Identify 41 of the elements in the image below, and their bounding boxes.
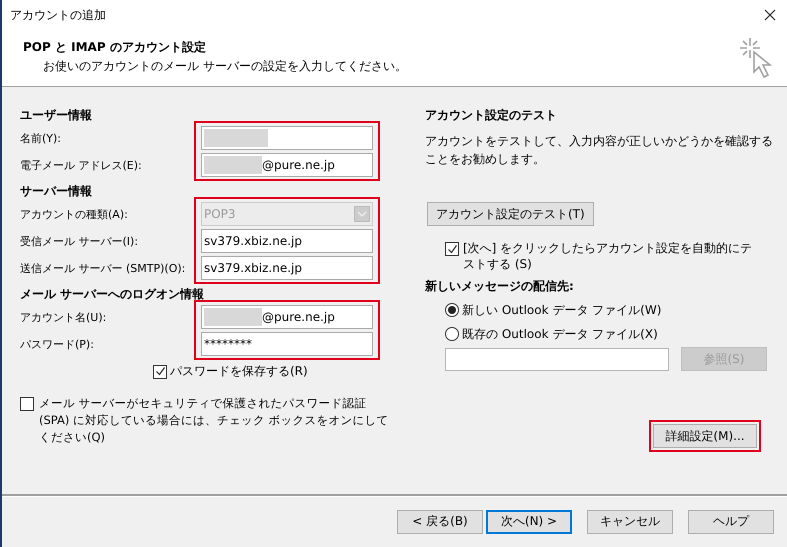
footer-button[interactable]: < 戻る(B): [397, 510, 483, 534]
input-field[interactable]: @pure.ne.jp: [201, 153, 373, 177]
window-title: アカウントの追加: [10, 6, 106, 24]
radio-label: 既存の Outlook データ ファイル(X): [462, 326, 658, 342]
input-field[interactable]: @pure.ne.jp: [201, 305, 373, 329]
description-text: アカウントをテストして、入力内容が正しいかどうかを確認することをお勧めします。: [425, 133, 774, 168]
field-label: パスワード(P):: [20, 336, 95, 352]
page-subtitle: お使いのアカウントのメール サーバーの設定を入力してください。: [43, 58, 407, 75]
input-field[interactable]: ********: [201, 332, 373, 356]
checkbox-label: メール サーバーがセキュリティで保護されたパスワード認証 (SPA) に対応している場合には、チェック ボックスをオンにしてください(Q): [39, 395, 390, 446]
field-label: 電子メール アドレス(E):: [20, 158, 143, 174]
field-label: アカウントの種類(A):: [20, 206, 129, 222]
input-field[interactable]: [201, 126, 373, 150]
page-title: POP と IMAP のアカウント設定: [23, 39, 207, 56]
chevron-down-icon: [354, 206, 370, 222]
checkbox-label: [次へ] をクリックしたらアカウント設定を自動的にテストする (S): [463, 240, 754, 272]
footer-button[interactable]: 次へ(N) >: [486, 510, 572, 534]
checkbox[interactable]: [153, 364, 167, 378]
footer-button[interactable]: キャンセル: [587, 510, 673, 534]
checkbox[interactable]: [445, 242, 459, 256]
checkbox[interactable]: [20, 397, 34, 411]
section-heading: サーバー情報: [20, 183, 93, 200]
test-settings-button[interactable]: アカウント設定のテスト(T): [427, 202, 594, 226]
radio-button[interactable]: [445, 303, 459, 317]
section-heading: アカウント設定のテスト: [425, 107, 558, 124]
field-label: 受信メール サーバー(I):: [20, 234, 140, 250]
input-field[interactable]: sv379.xbiz.ne.jp: [201, 229, 373, 253]
close-icon[interactable]: [764, 9, 776, 21]
section-heading: メール サーバーへのログオン情報: [20, 286, 206, 303]
checkbox-label: パスワードを保存する(R): [170, 363, 308, 380]
field-label: アカウント名(U):: [20, 310, 108, 326]
file-path-field[interactable]: [445, 348, 669, 370]
more-settings-button[interactable]: 詳細設定(M)...: [653, 424, 757, 448]
field-label: 名前(Y):: [20, 130, 62, 146]
radio-label: 新しい Outlook データ ファイル(W): [462, 302, 662, 318]
field-label: 送信メール サーバー (SMTP)(O):: [20, 260, 186, 276]
section-heading: ユーザー情報: [20, 107, 93, 124]
footer-button[interactable]: ヘルプ: [688, 510, 774, 534]
section-heading: 新しいメッセージの配信先:: [425, 278, 575, 295]
radio-button[interactable]: [445, 327, 459, 341]
input-field[interactable]: sv379.xbiz.ne.jp: [201, 256, 373, 280]
